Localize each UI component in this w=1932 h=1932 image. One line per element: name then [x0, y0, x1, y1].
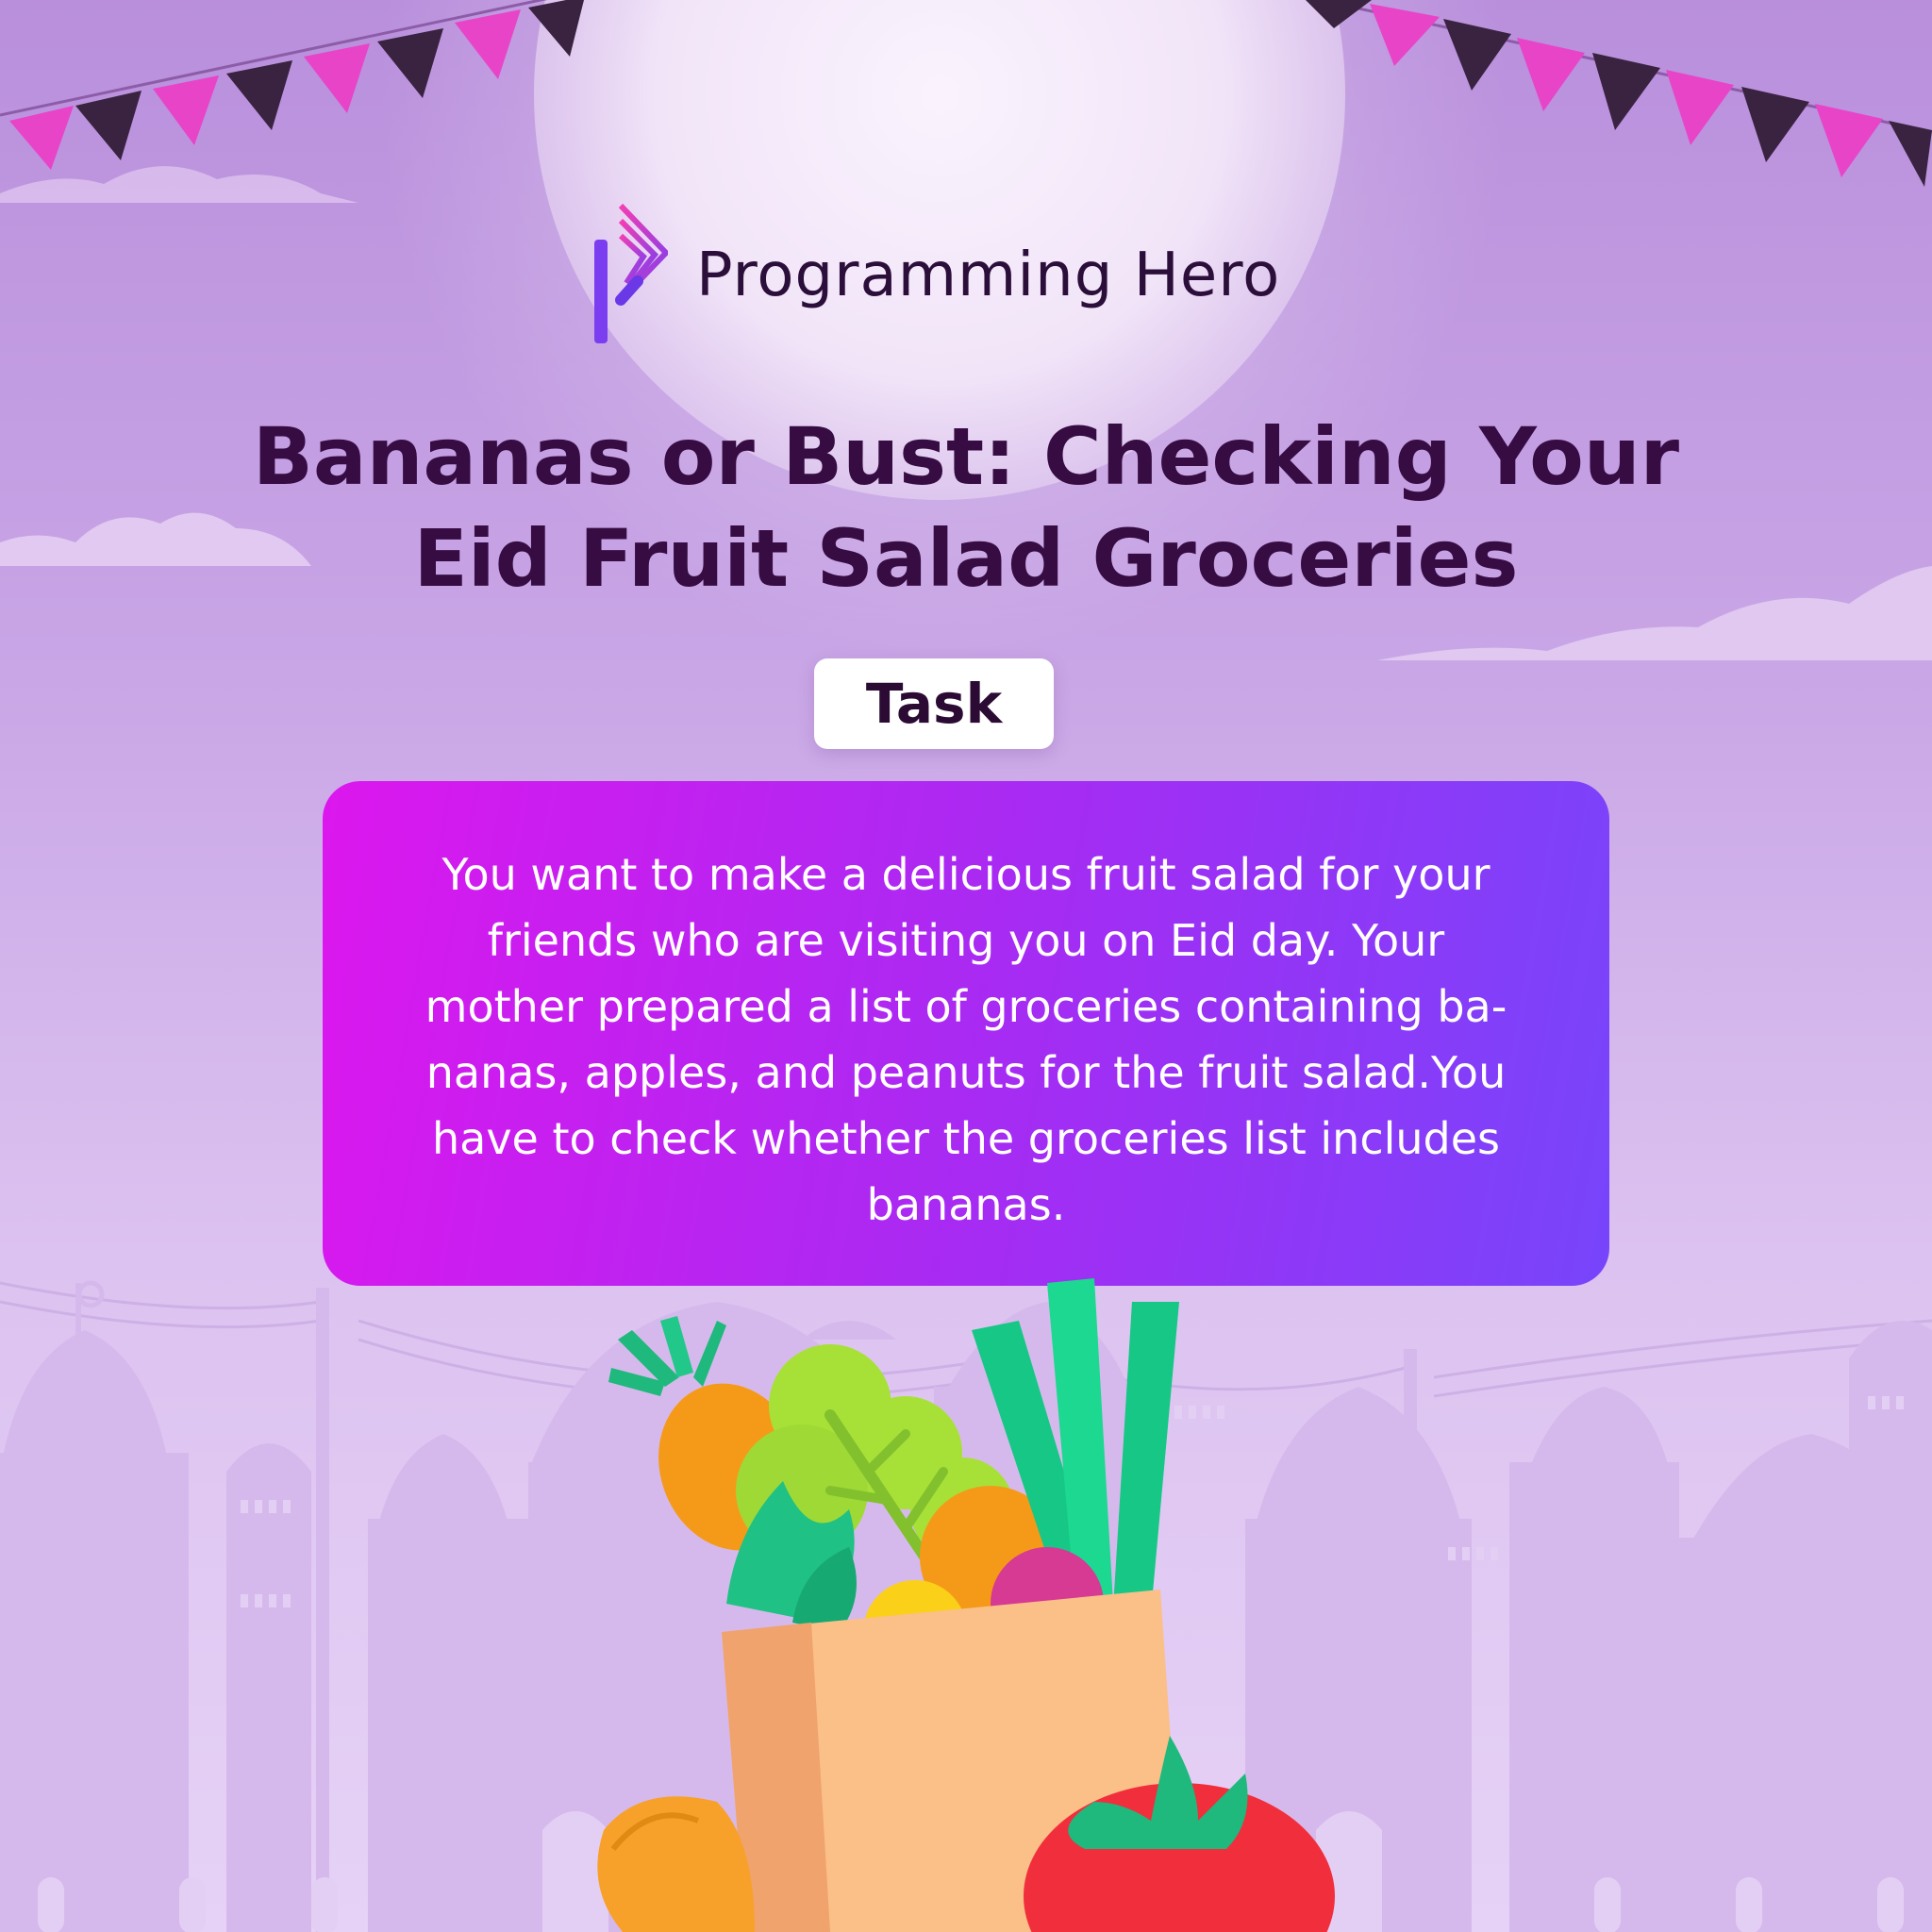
play-logo-icon — [594, 203, 668, 343]
onion-icon — [597, 1796, 755, 1932]
task-badge: Task — [814, 658, 1054, 749]
grocery-bag-illustration — [597, 1278, 1335, 1932]
title-line-2: Eid Fruit Salad Groceries — [413, 512, 1519, 605]
page-title: Bananas or Bust: Checking Your Eid Fruit… — [189, 406, 1743, 609]
task-card: You want to make a delicious fruit salad… — [323, 781, 1609, 1286]
promo-page: Programming Hero Bananas or Bust: Checki… — [0, 0, 1932, 1932]
title-line-1: Bananas or Bust: Checking Your — [252, 410, 1680, 503]
cloud-left-top — [0, 166, 358, 203]
task-description: You want to make a delicious fruit salad… — [425, 849, 1507, 1230]
brand-logo: Programming Hero — [592, 200, 1280, 351]
brand-name: Programming Hero — [696, 241, 1281, 310]
